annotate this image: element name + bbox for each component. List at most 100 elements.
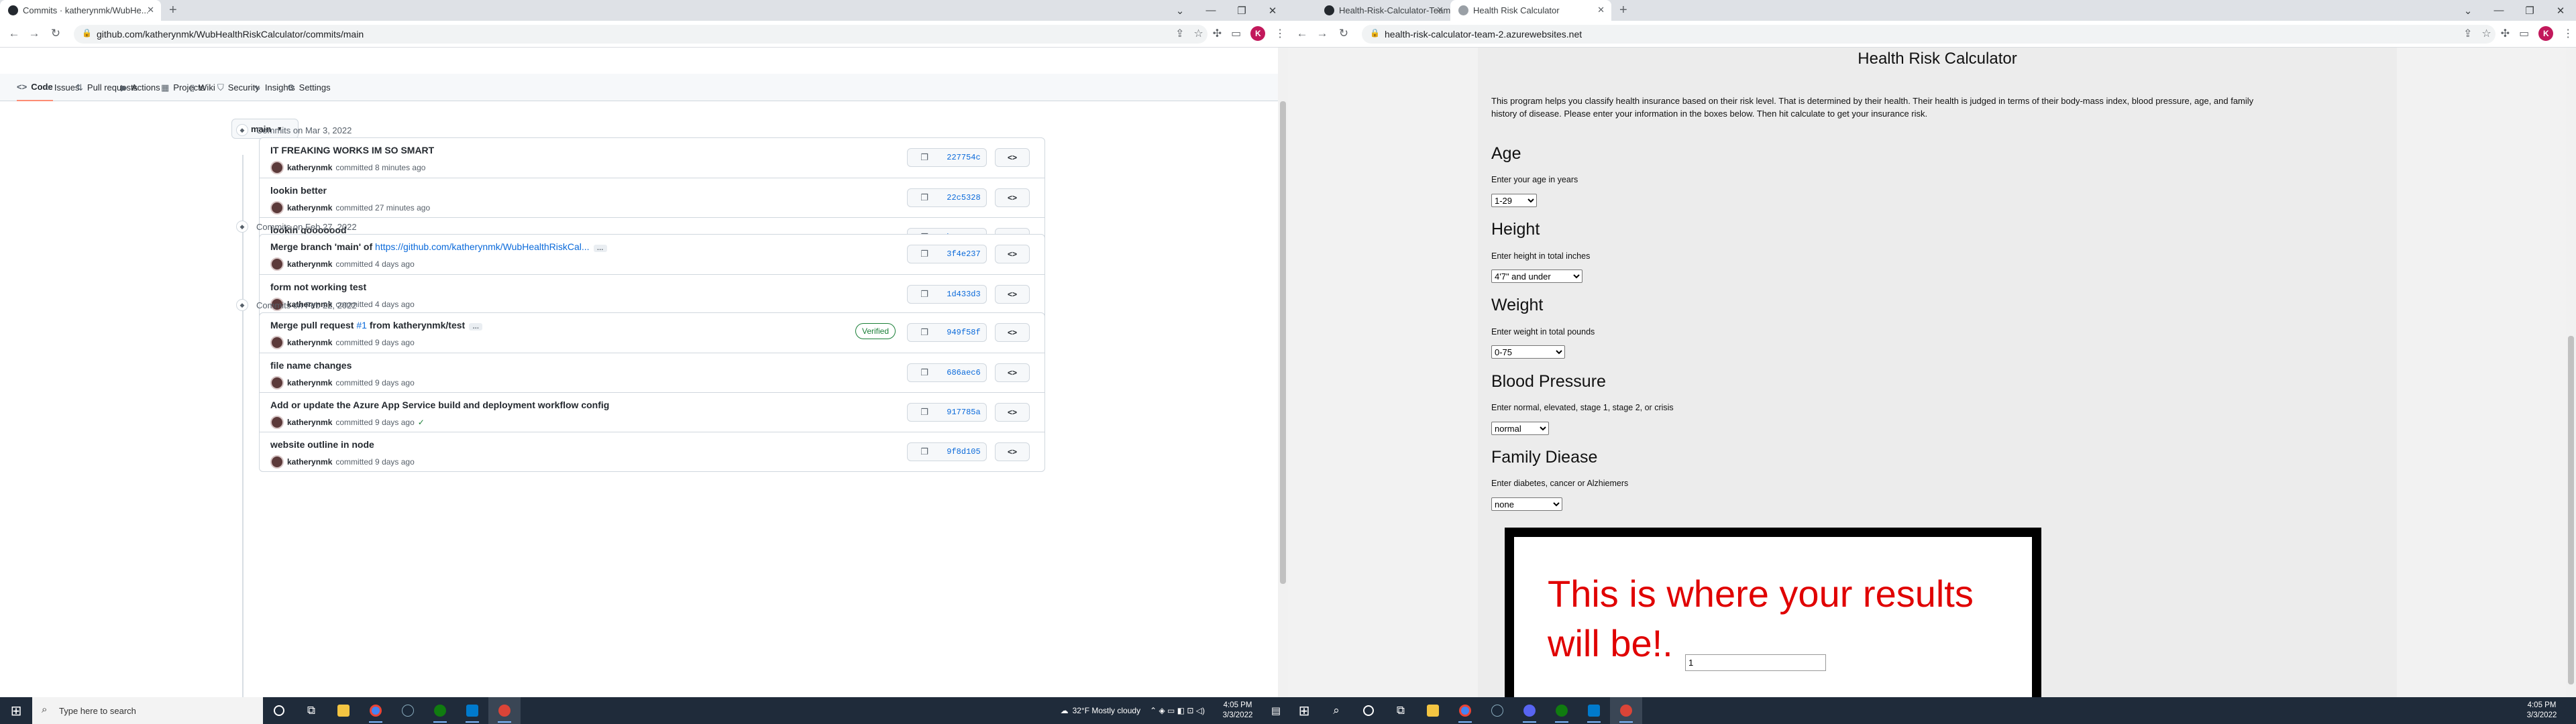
commit-sha-link[interactable]: 227754c [941, 148, 987, 167]
vscode-icon[interactable] [1578, 697, 1610, 724]
search-icon[interactable]: ⌕ [1320, 697, 1352, 724]
reading-list-icon[interactable]: ▭ [2519, 27, 2529, 40]
maximize-button[interactable]: ❐ [1226, 0, 1257, 21]
windows-start-icon[interactable]: ⊞ [1288, 697, 1320, 724]
tab-github-commits[interactable]: Commits · katherynmk/WubHe... ✕ [0, 0, 161, 21]
chrome-icon[interactable] [360, 697, 392, 724]
author-name[interactable]: katherynmk [287, 457, 332, 467]
cortana-circle-icon[interactable] [263, 697, 295, 724]
forward-button[interactable]: → [27, 27, 42, 40]
close-tab-icon[interactable]: ✕ [1436, 5, 1444, 15]
author-avatar[interactable] [270, 416, 284, 429]
minimize-button[interactable]: — [1195, 0, 1226, 21]
new-tab-button[interactable]: + [169, 3, 177, 18]
family-disease-select[interactable]: none [1491, 497, 1562, 511]
new-tab-button[interactable]: + [1619, 3, 1627, 18]
chrome-icon[interactable] [1449, 697, 1481, 724]
reload-button[interactable]: ↻ [48, 27, 63, 40]
commit-sha-link[interactable]: 1d433d3 [941, 285, 987, 304]
maximize-button[interactable]: ❐ [2514, 0, 2545, 21]
check-icon[interactable]: ✓ [418, 418, 425, 427]
reload-button[interactable]: ↻ [1336, 27, 1351, 40]
taskbar-search-box[interactable]: ⌕ Type here to search [32, 697, 263, 724]
commit-sha-link[interactable]: 22c5328 [941, 188, 987, 207]
menu-kebab-icon[interactable]: ⋮ [1275, 27, 1285, 40]
steam-icon[interactable] [1481, 697, 1513, 724]
extensions-puzzle-icon[interactable]: ✣ [2501, 27, 2510, 40]
author-avatar[interactable] [270, 161, 284, 174]
browse-repo-button[interactable]: <> [995, 245, 1030, 263]
commit-message[interactable]: Merge pull request #1 from katherynmk/te… [270, 320, 483, 330]
forward-button[interactable]: → [1315, 27, 1330, 40]
commit-link[interactable]: https://github.com/katherynmk/WubHealthR… [375, 241, 590, 252]
commit-message-text[interactable]: Merge pull request [270, 320, 356, 330]
commit-message-text[interactable]: Merge branch 'main' of [270, 241, 375, 252]
author-avatar[interactable] [270, 201, 284, 215]
browse-repo-button[interactable]: <> [995, 285, 1030, 304]
weight-select[interactable]: 0-75 [1491, 345, 1565, 359]
author-avatar[interactable] [270, 336, 284, 349]
vscode-icon[interactable] [456, 697, 488, 724]
commit-message-text[interactable]: website outline in node [270, 439, 374, 450]
age-select[interactable]: 1-29 [1491, 194, 1537, 207]
scrollbar-thumb[interactable] [1280, 101, 1286, 584]
expand-ellipsis-button[interactable]: … [469, 323, 483, 330]
author-name[interactable]: katherynmk [287, 203, 332, 213]
commit-message[interactable]: Merge branch 'main' of https://github.co… [270, 241, 607, 252]
xbox-icon[interactable] [424, 697, 456, 724]
notifications-icon[interactable]: ▤ [1264, 705, 1288, 717]
close-window-button[interactable]: ✕ [1257, 0, 1288, 21]
result-input[interactable] [1685, 654, 1826, 671]
blood-pressure-select[interactable]: normal [1491, 422, 1549, 435]
task-view-icon[interactable]: ⧉ [295, 697, 327, 724]
steam-icon[interactable] [392, 697, 424, 724]
commit-link[interactable]: #1 [356, 320, 367, 330]
browse-repo-button[interactable]: <> [995, 442, 1030, 461]
commit-message[interactable]: form not working test [270, 282, 366, 292]
commit-message[interactable]: file name changes [270, 360, 352, 371]
profile-avatar[interactable]: K [1250, 26, 1266, 41]
back-button[interactable]: ← [7, 27, 21, 40]
browse-repo-button[interactable]: <> [995, 188, 1030, 207]
close-tab-icon[interactable]: ✕ [1597, 5, 1605, 15]
copy-sha-button[interactable]: ❐ [907, 403, 942, 422]
browse-repo-button[interactable]: <> [995, 323, 1030, 342]
bookmark-star-icon[interactable]: ☆ [1193, 27, 1203, 40]
xbox-icon[interactable] [1546, 697, 1578, 724]
task-view-icon[interactable]: ⧉ [1385, 697, 1417, 724]
reading-list-icon[interactable]: ▭ [1231, 27, 1241, 40]
expand-ellipsis-button[interactable]: … [593, 245, 607, 252]
author-name[interactable]: katherynmk [287, 378, 332, 387]
browse-repo-button[interactable]: <> [995, 148, 1030, 167]
commit-sha-link[interactable]: 949f58f [941, 323, 987, 342]
copy-sha-button[interactable]: ❐ [907, 285, 942, 304]
copy-sha-button[interactable]: ❐ [907, 363, 942, 382]
author-name[interactable]: katherynmk [287, 338, 332, 347]
discord-icon[interactable] [1513, 697, 1546, 724]
commit-message[interactable]: website outline in node [270, 439, 374, 450]
repo-tab-settings[interactable]: ⚙ Settings [287, 74, 331, 101]
repo-tab-issues[interactable]: ○ Issues [45, 74, 79, 101]
commit-message-text[interactable]: form not working test [270, 282, 366, 292]
commit-message[interactable]: lookin better [270, 185, 327, 196]
weather-widget[interactable]: ☁ 32°F Mostly cloudy [1061, 706, 1141, 715]
commit-message-tail[interactable]: from katherynmk/test [367, 320, 465, 330]
file-explorer-icon[interactable] [327, 697, 360, 724]
chrome-profile-icon[interactable] [1610, 697, 1642, 724]
commit-message-text[interactable]: Add or update the Azure App Service buil… [270, 400, 609, 410]
url-bar[interactable]: 🔒 health-risk-calculator-team-2.azureweb… [1362, 25, 2496, 44]
bookmark-star-icon[interactable]: ☆ [2481, 27, 2491, 40]
commit-message-text[interactable]: file name changes [270, 360, 352, 371]
page-scrollbar[interactable] [1278, 48, 1288, 697]
file-explorer-icon[interactable] [1417, 697, 1449, 724]
chrome-profile-icon[interactable] [488, 697, 521, 724]
tab-search-icon[interactable]: ⌄ [1165, 0, 1195, 21]
windows-start-icon[interactable]: ⊞ [0, 697, 32, 724]
author-avatar[interactable] [270, 257, 284, 271]
author-name[interactable]: katherynmk [287, 163, 332, 172]
url-bar[interactable]: 🔒 github.com/katherynmk/WubHealthRiskCal… [74, 25, 1208, 44]
browse-repo-button[interactable]: <> [995, 363, 1030, 382]
commit-sha-link[interactable]: 917785a [941, 403, 987, 422]
repo-tab-actions[interactable]: ▶ Actions [121, 74, 160, 101]
height-select[interactable]: 4'7" and under [1491, 269, 1582, 283]
